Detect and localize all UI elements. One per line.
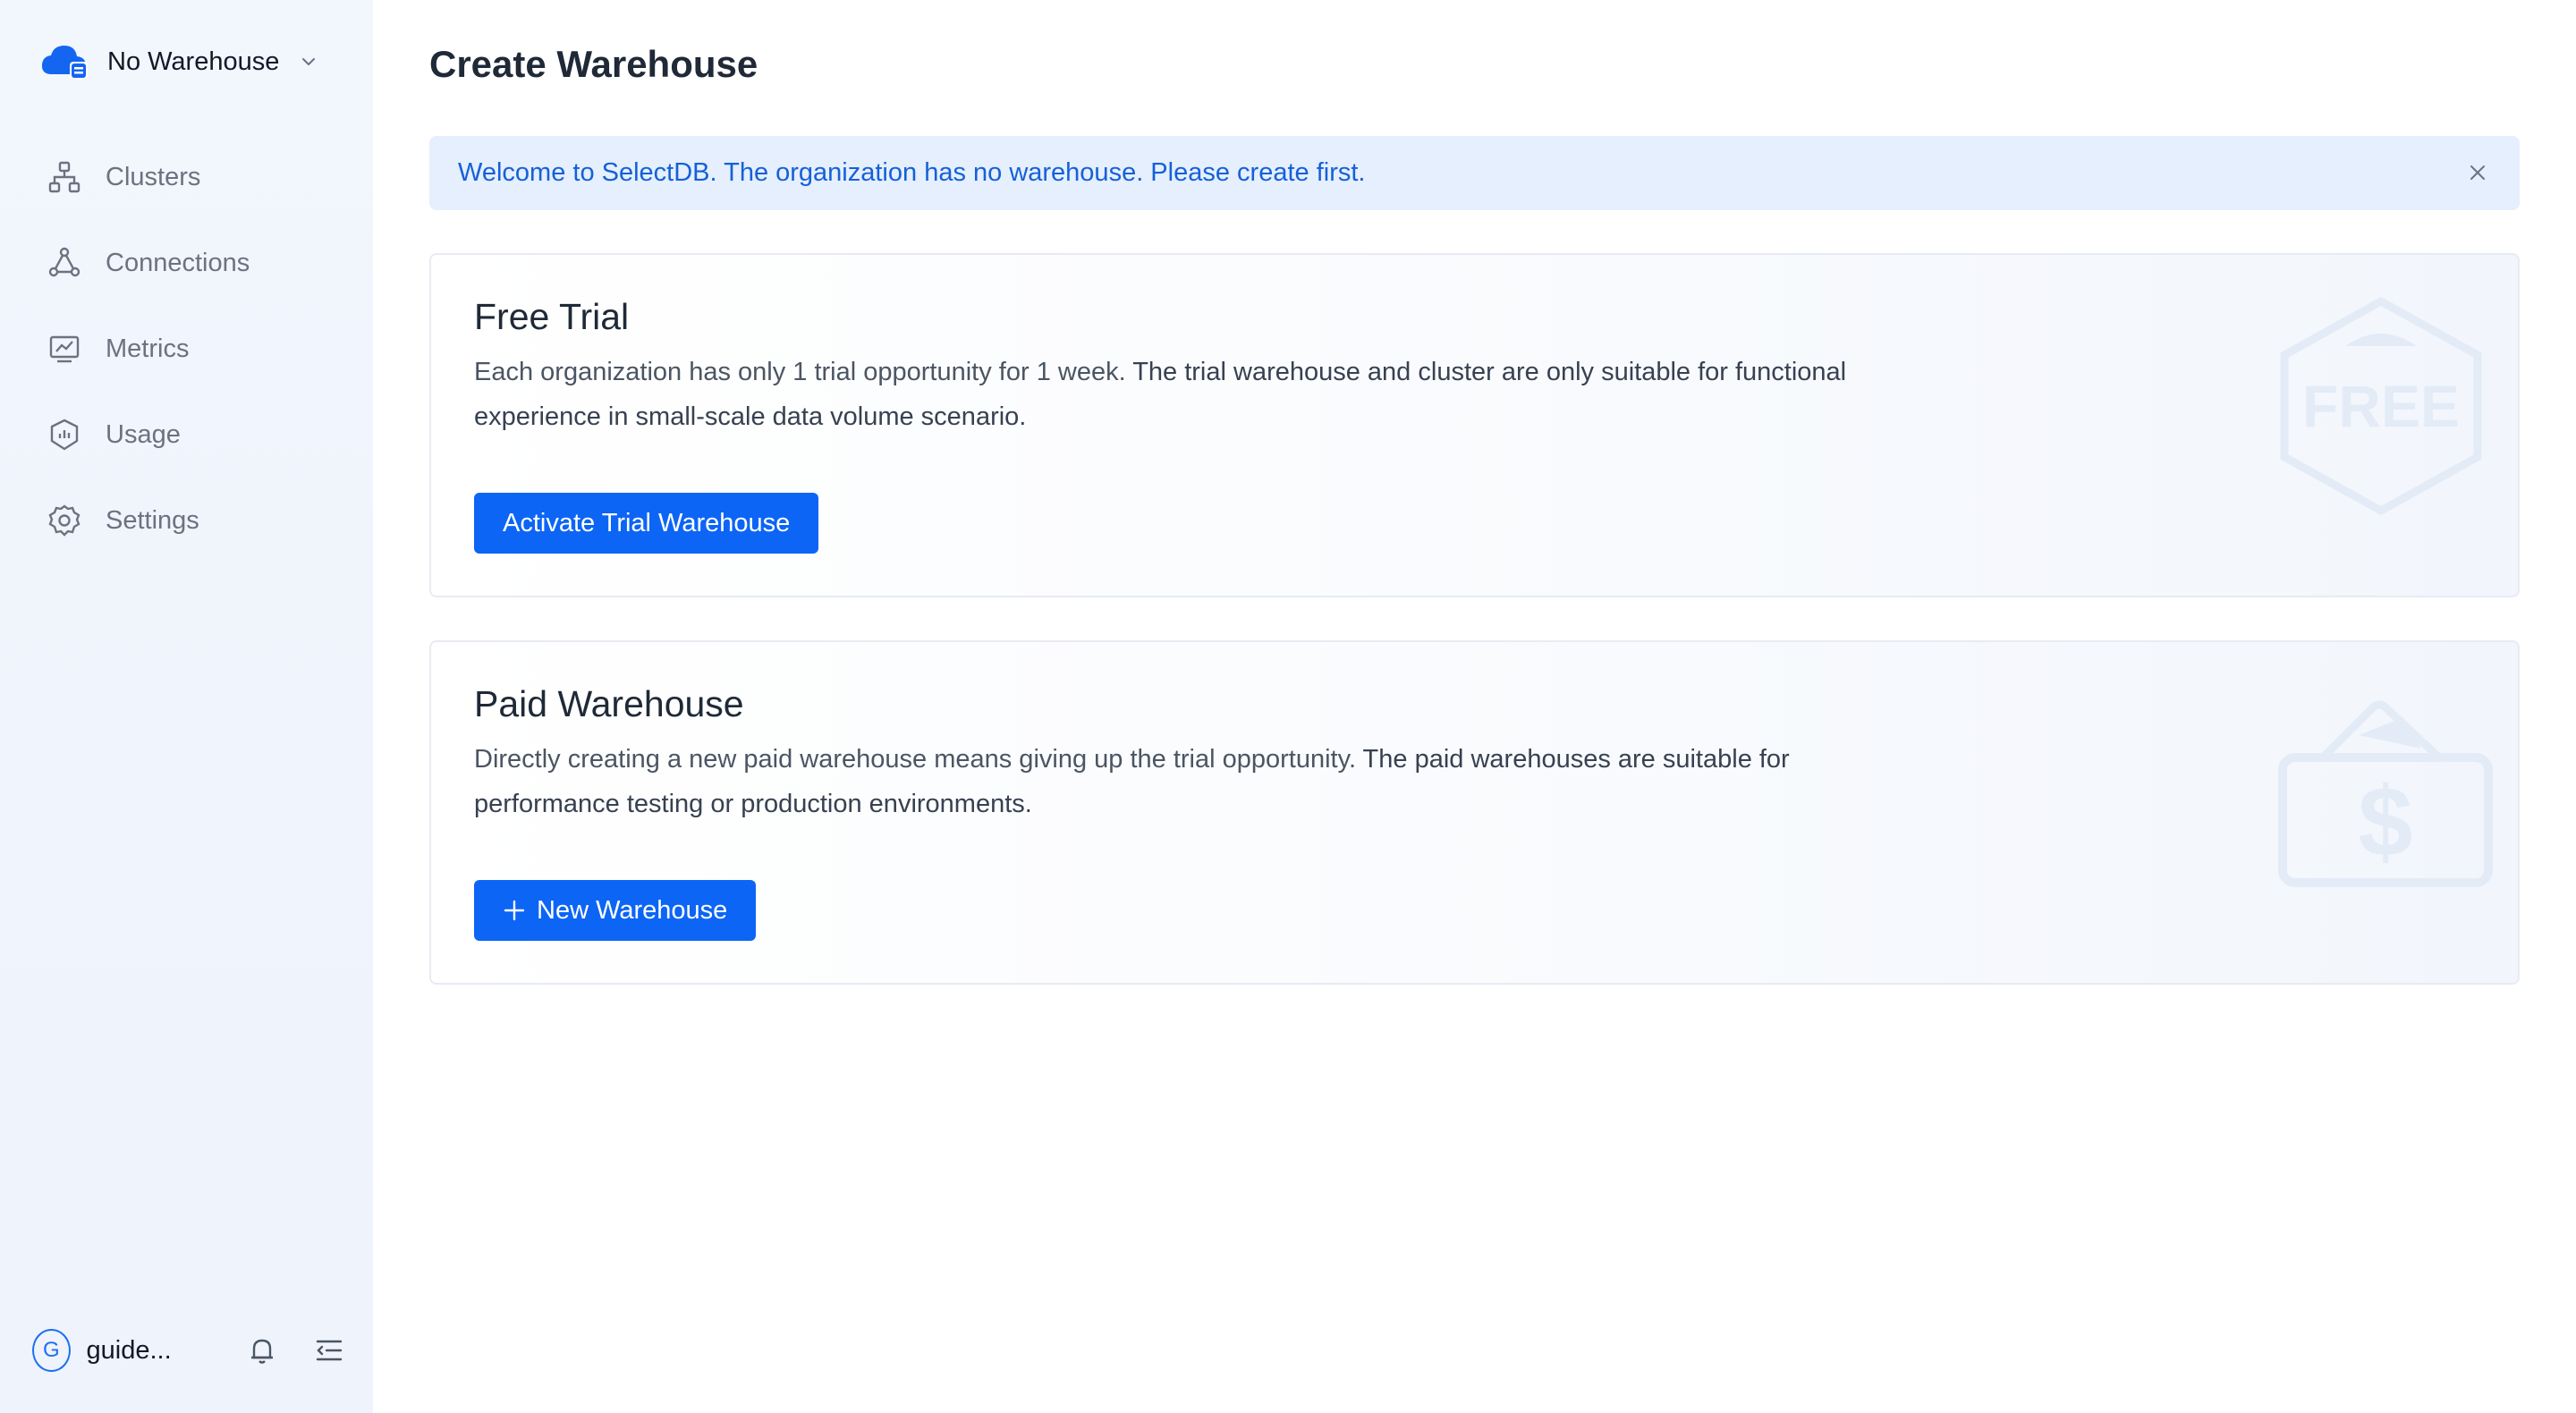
button-label: New Warehouse — [537, 895, 728, 925]
paid-warehouse-card: Paid Warehouse Directly creating a new p… — [429, 640, 2520, 985]
desc-plain: Each organization has only 1 trial oppor… — [474, 358, 1133, 386]
wallet-dollar-icon: $ — [2278, 700, 2493, 887]
usage-shield-icon — [47, 417, 82, 453]
free-badge-icon: FREE — [2280, 296, 2482, 516]
page-title: Create Warehouse — [429, 43, 758, 85]
sidebar-item-label: Settings — [106, 505, 199, 535]
sidebar-item-label: Clusters — [106, 162, 201, 191]
bell-icon[interactable] — [247, 1333, 278, 1368]
selectdb-cloud-logo-icon — [41, 46, 88, 80]
sidebar-item-clusters[interactable]: Clusters — [47, 134, 250, 220]
sidebar-item-label: Connections — [106, 248, 250, 277]
card-description: Directly creating a new paid warehouse m… — [474, 737, 1941, 826]
new-warehouse-button[interactable]: New Warehouse — [474, 880, 757, 941]
sidebar-item-label: Metrics — [106, 334, 190, 363]
card-title: Free Trial — [474, 296, 630, 337]
button-label: Activate Trial Warehouse — [503, 508, 791, 537]
sidebar-item-connections[interactable]: Connections — [47, 220, 250, 306]
card-description: Each organization has only 1 trial oppor… — [474, 350, 1941, 439]
free-trial-card: Free Trial Each organization has only 1 … — [429, 253, 2520, 597]
sidebar: No Warehouse Clusters Connections Metric… — [0, 0, 373, 1413]
sidebar-item-metrics[interactable]: Metrics — [47, 306, 250, 392]
gear-icon — [47, 503, 82, 538]
collapse-menu-icon[interactable] — [314, 1333, 345, 1368]
sidebar-item-settings[interactable]: Settings — [47, 478, 250, 563]
chevron-down-icon — [302, 58, 316, 65]
sidebar-nav: Clusters Connections Metrics Usage Setti… — [47, 134, 250, 563]
main-content: Create Warehouse Welcome to SelectDB. Th… — [373, 0, 2576, 1413]
sidebar-footer: G guide... — [32, 1325, 345, 1375]
sidebar-item-usage[interactable]: Usage — [47, 392, 250, 478]
sidebar-item-label: Usage — [106, 419, 181, 449]
alert-message: Welcome to SelectDB. The organization ha… — [458, 158, 1366, 187]
avatar[interactable]: G — [32, 1329, 71, 1372]
wallet-badge-text: $ — [2358, 767, 2412, 877]
metrics-chart-icon — [47, 331, 82, 367]
free-badge-text: FREE — [2302, 373, 2460, 439]
warehouse-switcher-label: No Warehouse — [107, 47, 280, 76]
welcome-alert: Welcome to SelectDB. The organization ha… — [429, 136, 2520, 210]
cluster-icon — [47, 159, 82, 195]
close-icon[interactable] — [2464, 159, 2491, 186]
desc-plain: Directly creating a new paid warehouse m… — [474, 745, 1363, 774]
connections-icon — [47, 245, 82, 281]
activate-trial-button[interactable]: Activate Trial Warehouse — [474, 493, 819, 554]
app-root: No Warehouse Clusters Connections Metric… — [0, 0, 2576, 1413]
user-name[interactable]: guide... — [87, 1336, 204, 1366]
card-title: Paid Warehouse — [474, 683, 744, 724]
plus-icon — [504, 900, 525, 921]
warehouse-switcher[interactable]: No Warehouse — [39, 39, 318, 84]
